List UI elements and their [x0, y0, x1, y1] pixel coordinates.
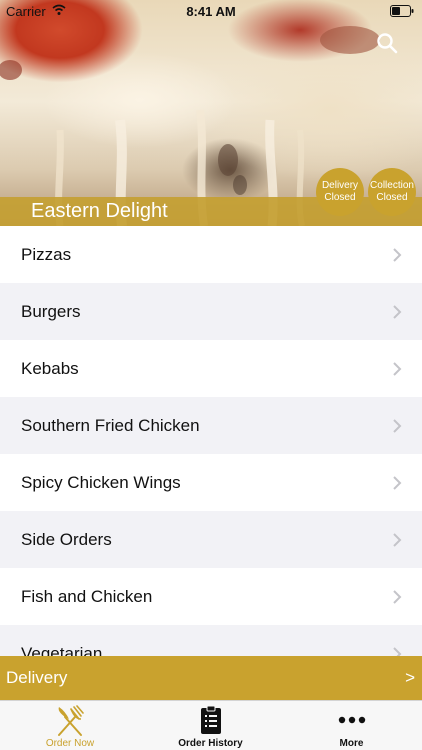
menu-item-southern-fried-chicken[interactable]: Southern Fried Chicken: [0, 397, 422, 454]
menu-item-label: Kebabs: [21, 359, 79, 378]
status-bar: Carrier 8:41 AM: [0, 0, 422, 22]
collection-badge-line2: Closed: [376, 192, 408, 203]
chevron-right-icon: [393, 362, 402, 376]
collection-badge-line1: Collection: [370, 180, 414, 191]
chevron-right-icon: [393, 647, 402, 656]
menu-item-label: Vegetarian: [21, 644, 103, 656]
menu-item-pizzas[interactable]: Pizzas: [0, 226, 422, 283]
menu-category-list: Pizzas Burgers Kebabs Southern Fried Chi…: [0, 226, 422, 656]
menu-item-label: Fish and Chicken: [21, 587, 153, 606]
menu-item-label: Side Orders: [21, 530, 112, 549]
menu-item-vegetarian[interactable]: Vegetarian: [0, 625, 422, 656]
tab-bar: Order Now Order History More: [0, 700, 422, 750]
menu-item-fish-and-chicken[interactable]: Fish and Chicken: [0, 568, 422, 625]
search-icon[interactable]: [376, 32, 398, 54]
chevron-right-icon: [393, 590, 402, 604]
clock-time: 8:41 AM: [186, 4, 236, 19]
more-dots-icon: [338, 716, 365, 724]
menu-item-label: Spicy Chicken Wings: [21, 473, 181, 492]
delivery-arrow-icon: >: [405, 668, 415, 687]
chevron-right-icon: [393, 305, 402, 319]
hero-image: Carrier 8:41 AM Eastern Delight Delivery…: [0, 0, 422, 226]
fork-knife-icon: [58, 705, 84, 736]
tab-more[interactable]: More: [281, 701, 422, 750]
menu-item-label: Burgers: [21, 302, 81, 321]
battery-icon: [390, 5, 414, 17]
menu-item-kebabs[interactable]: Kebabs: [0, 340, 422, 397]
menu-item-label: Southern Fried Chicken: [21, 416, 200, 435]
tab-label: Order History: [178, 738, 243, 749]
chevron-right-icon: [393, 476, 402, 490]
tab-label: More: [339, 738, 364, 749]
collection-status-badge: Collection Closed: [368, 168, 416, 216]
restaurant-name: Eastern Delight: [31, 200, 168, 222]
clipboard-icon: [200, 705, 221, 734]
delivery-status-badge: Delivery Closed: [316, 168, 364, 216]
menu-item-side-orders[interactable]: Side Orders: [0, 511, 422, 568]
delivery-badge-line1: Delivery: [321, 180, 359, 191]
menu-item-spicy-chicken-wings[interactable]: Spicy Chicken Wings: [0, 454, 422, 511]
delivery-mode-bar[interactable]: Delivery >: [0, 656, 422, 700]
chevron-right-icon: [393, 533, 402, 547]
tab-label: Order Now: [45, 738, 95, 749]
chevron-right-icon: [393, 419, 402, 433]
tab-order-now[interactable]: Order Now: [0, 701, 140, 750]
delivery-mode-label: Delivery: [6, 668, 68, 687]
menu-item-label: Pizzas: [21, 245, 72, 264]
tab-order-history[interactable]: Order History: [140, 701, 281, 750]
menu-item-burgers[interactable]: Burgers: [0, 283, 422, 340]
chevron-right-icon: [393, 248, 402, 262]
delivery-badge-line2: Closed: [324, 192, 356, 203]
